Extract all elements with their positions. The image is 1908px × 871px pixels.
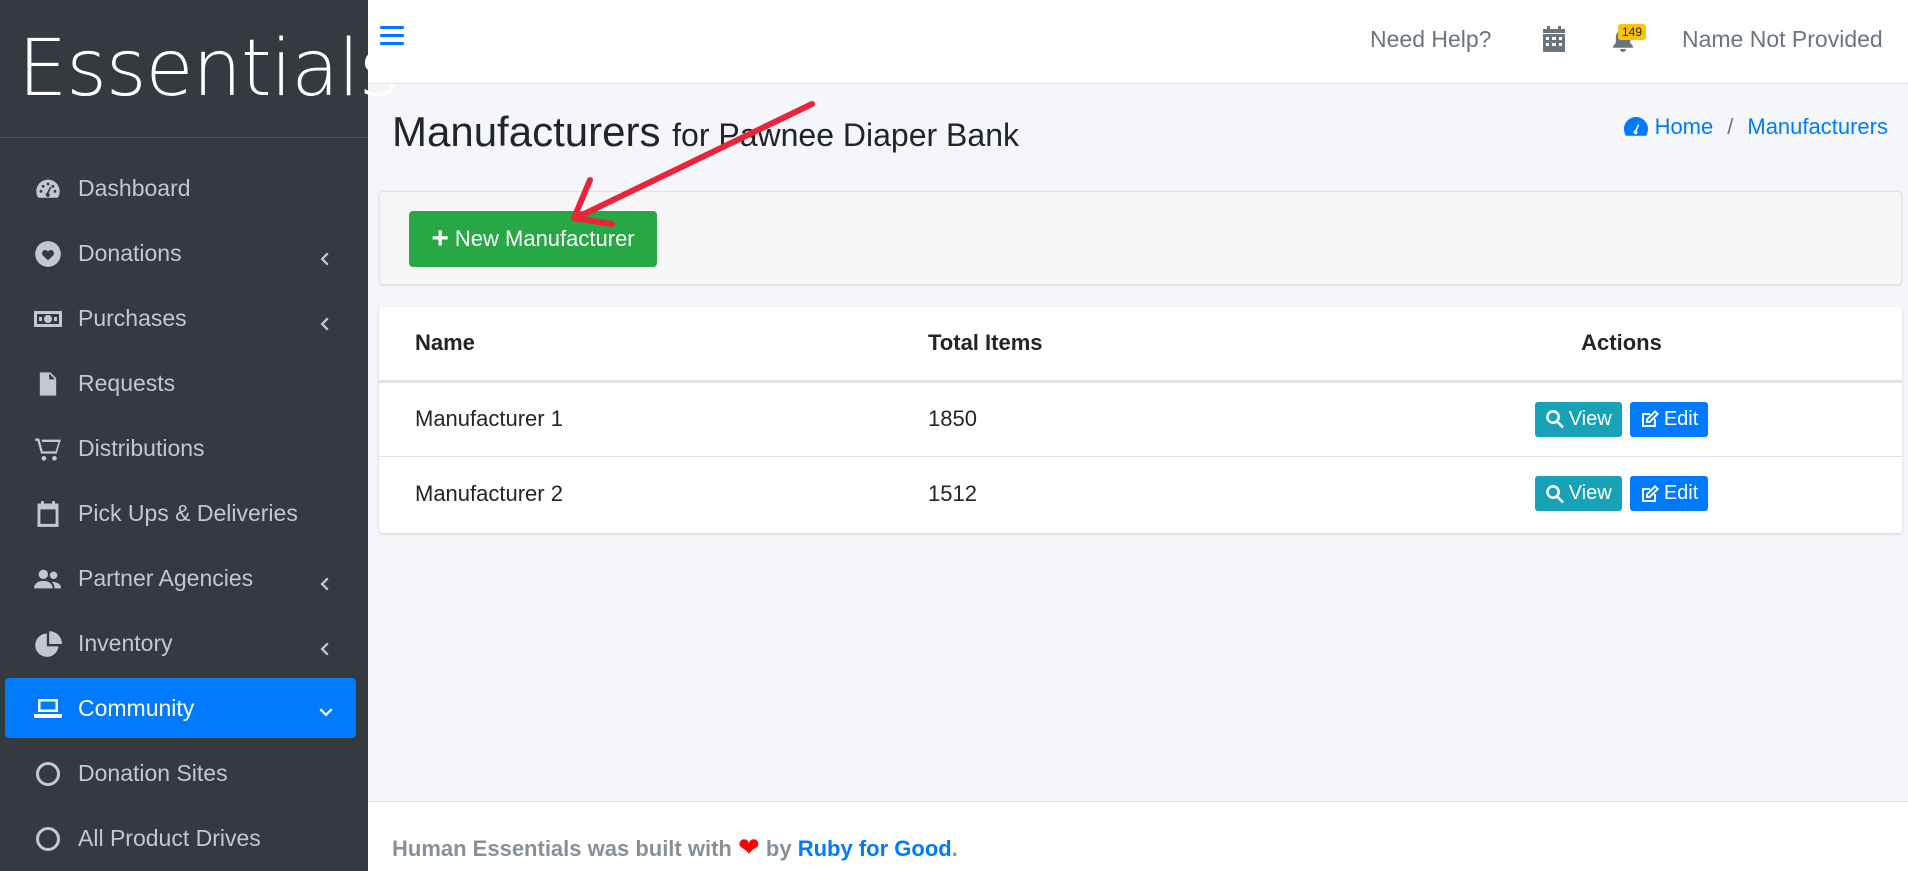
table-header-row: Name Total Items Actions — [379, 307, 1902, 383]
cell-actions: View Edit — [1341, 381, 1902, 457]
view-label: View — [1568, 482, 1612, 505]
laptop-icon — [32, 692, 64, 724]
edit-icon — [1641, 484, 1659, 502]
view-label: View — [1568, 407, 1612, 430]
page-title-text: Manufacturers — [392, 108, 661, 155]
dashboard-icon — [32, 173, 64, 205]
calendar-icon — [32, 498, 64, 530]
cell-actions: View Edit — [1341, 456, 1902, 531]
search-icon — [1545, 410, 1564, 429]
footer-period: . — [951, 836, 958, 861]
cart-icon — [32, 433, 64, 465]
actions-card: + New Manufacturer — [379, 191, 1902, 285]
view-button[interactable]: View — [1534, 401, 1622, 437]
sidebar-item-label: Community — [78, 694, 195, 721]
sidebar-item-label: Pick Ups & Deliveries — [78, 500, 298, 526]
chevron-left-icon — [316, 571, 332, 590]
footer: Human Essentials was built with ❤ by Rub… — [368, 801, 1908, 871]
circle-icon — [32, 823, 64, 855]
file-icon — [32, 368, 64, 400]
sidebar-item-label: Donations — [78, 240, 182, 266]
chevron-left-icon — [316, 636, 332, 655]
edit-button[interactable]: Edit — [1629, 401, 1709, 437]
user-menu[interactable]: Name Not Provided — [1682, 26, 1883, 53]
cell-total: 1512 — [928, 480, 977, 506]
sidebar-item-label: Distributions — [78, 435, 205, 461]
footer-by: by — [765, 836, 792, 861]
pie-chart-icon — [32, 628, 64, 660]
table-row: Manufacturer 2 1512 View Edit — [379, 456, 1902, 531]
sidebar-item-pickups[interactable]: Pick Ups & Deliveries — [0, 481, 368, 546]
sidebar-item-donation-sites[interactable]: Donation Sites — [0, 741, 368, 806]
cell-name: Manufacturer 1 — [379, 381, 928, 457]
heart-circle-icon — [32, 238, 64, 270]
table-row: Manufacturer 1 1850 View Edit — [379, 381, 1902, 457]
view-button[interactable]: View — [1534, 476, 1622, 512]
page-subtitle: for Pawnee Diaper Bank — [672, 117, 1019, 153]
cell-name: Manufacturer 2 — [415, 480, 563, 506]
sidebar-item-label: Inventory — [78, 630, 173, 656]
brand-logo[interactable]: Essentials — [0, 0, 399, 138]
heart-icon: ❤ — [737, 832, 760, 862]
sidebar-item-requests[interactable]: Requests — [0, 351, 368, 416]
sidebar-item-inventory[interactable]: Inventory — [0, 611, 368, 676]
dashboard-icon — [1623, 117, 1648, 136]
edit-label: Edit — [1663, 407, 1699, 430]
plus-icon: + — [431, 222, 449, 255]
chevron-left-icon — [316, 246, 332, 265]
sidebar-item-distributions[interactable]: Distributions — [0, 416, 368, 481]
search-icon — [1545, 484, 1564, 504]
users-icon — [32, 563, 64, 595]
breadcrumb-current[interactable]: Manufacturers — [1747, 114, 1888, 140]
page-title: Manufacturers for Pawnee Diaper Bank — [392, 108, 1019, 156]
breadcrumb: Home / Manufacturers — [1623, 114, 1888, 140]
cell-total: 1850 — [928, 381, 1341, 457]
new-manufacturer-label: New Manufacturer — [454, 226, 635, 251]
menu-toggle-icon[interactable] — [380, 26, 404, 50]
notification-badge: 149 — [1618, 24, 1647, 40]
sidebar-item-label: All Product Drives — [78, 825, 261, 851]
top-navbar: Need Help? 149 Name Not Provided — [368, 0, 1908, 84]
footer-link[interactable]: Ruby for Good — [798, 836, 952, 861]
manufacturers-table-card: Name Total Items Actions Manufacturer 1 … — [379, 307, 1902, 533]
brand-name: Essentials — [18, 23, 399, 114]
sidebar: Essentials Dashboard Donations Purchases — [0, 0, 399, 871]
chevron-left-icon — [316, 311, 332, 330]
sidebar-item-label: Purchases — [78, 305, 187, 331]
edit-button[interactable]: Edit — [1629, 476, 1709, 512]
breadcrumb-separator: / — [1727, 114, 1734, 139]
sidebar-item-community[interactable]: Community — [5, 678, 356, 738]
calendar-icon[interactable] — [1542, 26, 1566, 52]
edit-icon — [1641, 410, 1659, 427]
breadcrumb-home[interactable]: Home — [1655, 114, 1714, 140]
sidebar-item-label: Donation Sites — [78, 760, 228, 786]
sidebar-item-purchases[interactable]: Purchases — [0, 286, 368, 351]
sidebar-item-label: Dashboard — [78, 175, 191, 201]
column-header-actions: Actions — [1341, 307, 1902, 383]
edit-label: Edit — [1663, 482, 1699, 505]
sidebar-item-product-drives[interactable]: All Product Drives — [0, 806, 368, 871]
circle-icon — [32, 758, 64, 790]
manufacturers-table: Name Total Items Actions Manufacturer 1 … — [379, 307, 1902, 531]
sidebar-item-label: Requests — [78, 370, 176, 396]
sidebar-item-label: Partner Agencies — [78, 565, 254, 591]
column-header-total: Total Items — [928, 307, 1341, 383]
help-link[interactable]: Need Help? — [1370, 26, 1491, 53]
money-bill-icon — [32, 303, 64, 335]
sidebar-item-dashboard[interactable]: Dashboard — [0, 156, 368, 221]
new-manufacturer-button[interactable]: + New Manufacturer — [409, 211, 657, 267]
footer-text: Human Essentials was built with — [392, 836, 732, 861]
sidebar-item-partner-agencies[interactable]: Partner Agencies — [0, 546, 368, 611]
sidebar-nav: Dashboard Donations Purchases Requests D… — [0, 138, 368, 871]
chevron-down-icon — [318, 700, 334, 717]
column-header-name: Name — [379, 307, 928, 383]
sidebar-item-donations[interactable]: Donations — [0, 221, 368, 286]
